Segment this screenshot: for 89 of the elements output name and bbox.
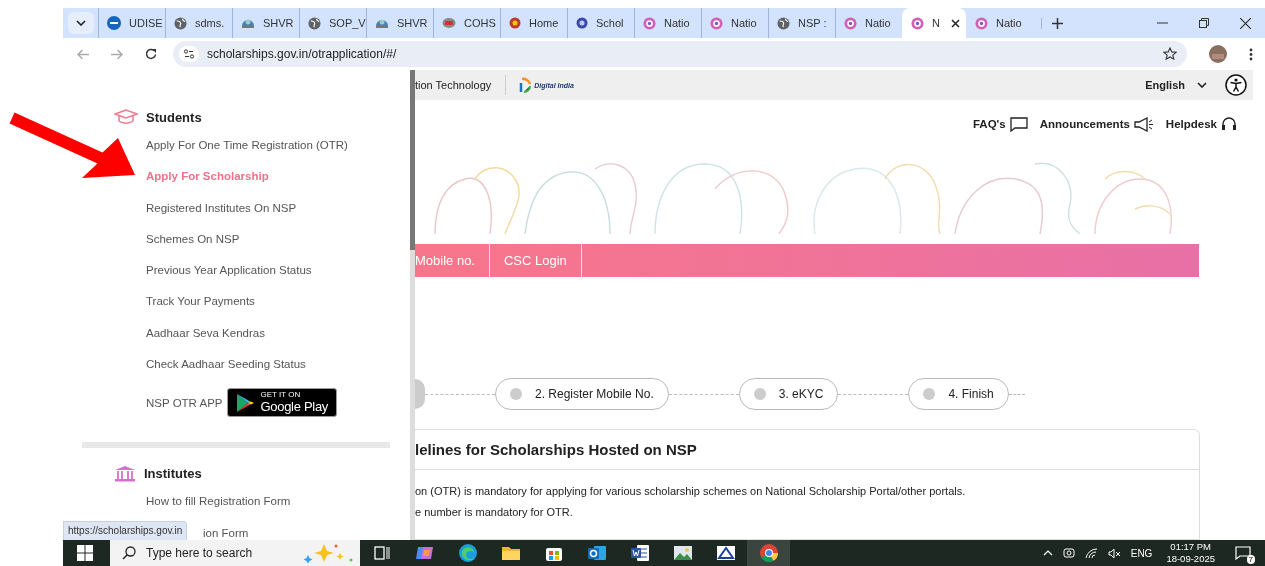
sparkle-icon xyxy=(302,543,355,563)
menu-icon[interactable] xyxy=(1249,47,1253,61)
menu-link[interactable]: Previous Year Application Status xyxy=(146,263,312,295)
close-icon[interactable] xyxy=(951,18,960,28)
step-pill: 3. eKYC xyxy=(738,378,839,410)
taskbar-search-field[interactable]: Type here to search xyxy=(110,540,360,566)
tab-title: Natio xyxy=(664,17,690,29)
step-pill: 2. Register Mobile No. xyxy=(495,378,669,410)
globe-icon xyxy=(777,16,790,30)
section-title: Students xyxy=(146,109,202,125)
tab-title: sdms. xyxy=(195,17,225,29)
header-link[interactable]: Announcements xyxy=(1039,115,1154,133)
card-title: lelines for Scholarships Hosted on NSP xyxy=(415,430,1199,470)
emblem-icon xyxy=(375,17,389,29)
tab-title: Natio xyxy=(731,17,757,29)
scrollbar[interactable] xyxy=(410,70,415,540)
step-dot-icon xyxy=(753,388,766,400)
start-icon[interactable] xyxy=(77,545,93,561)
tab-title: Home xyxy=(529,17,559,29)
close-icon[interactable] xyxy=(1240,17,1251,29)
building-columns-icon xyxy=(114,464,136,482)
bookmark-star-icon[interactable] xyxy=(1163,47,1177,61)
address-bar[interactable]: scholarships.gov.in/otrapplication/#/ xyxy=(173,41,1187,67)
step-pill: 4. Finish xyxy=(908,378,1009,410)
site-logo-icon xyxy=(844,16,857,30)
tab-title: Schol xyxy=(596,17,624,29)
header-link[interactable]: Helpdesk xyxy=(1165,115,1237,133)
clock[interactable]: 01:17 PM 18-09-2025 xyxy=(1166,541,1215,565)
guideline-text: on (OTR) is mandatory for applying for various scholarship schemes on National Scholarship Portal/other portals. xyxy=(415,485,967,497)
step-dot-icon xyxy=(510,388,522,400)
step-dot-icon xyxy=(923,388,936,400)
tab-title: COHS xyxy=(464,17,496,29)
site-logo-icon xyxy=(576,17,588,29)
section-title: Institutes xyxy=(144,465,202,481)
guideline-text: e number is mandatory for OTR. xyxy=(415,506,574,518)
restore-icon[interactable] xyxy=(1199,18,1209,28)
headset-icon xyxy=(1221,116,1237,132)
menu-link[interactable]: Check Aadhaar Seeding Status xyxy=(146,357,306,389)
chevron-down-icon xyxy=(76,20,86,26)
menu-link[interactable]: Schemes On NSP xyxy=(146,231,240,264)
site-logo-icon xyxy=(710,16,723,30)
chevron-up-icon[interactable] xyxy=(1042,550,1053,556)
step-marker xyxy=(415,379,425,409)
site-logo-icon xyxy=(911,16,924,30)
new-tab-icon[interactable] xyxy=(1041,17,1063,29)
app-label: NSP OTR APP xyxy=(146,396,223,409)
status-url-tooltip: https://scholarships.gov.in xyxy=(63,521,188,540)
menu-link[interactable]: Aadhaar Seva Kendras xyxy=(146,325,265,358)
speaker-muted-icon[interactable] xyxy=(1107,547,1121,559)
tab-title: SHVR xyxy=(397,17,428,29)
menu-link[interactable]: Apply For One Time Registration (OTR) xyxy=(146,138,348,170)
language-indicator[interactable]: ENG xyxy=(1130,547,1153,559)
globe-icon xyxy=(174,16,187,30)
wifi-icon[interactable] xyxy=(1084,547,1098,559)
tab-title: N xyxy=(932,17,940,29)
emblem-icon xyxy=(241,17,255,29)
site-logo-icon xyxy=(442,17,456,29)
tab-title: Natio xyxy=(996,17,1022,29)
language-dropdown[interactable]: English xyxy=(1145,79,1207,91)
tab-title: SHVR xyxy=(263,17,294,29)
site-logo-icon xyxy=(509,16,521,30)
site-logo-icon xyxy=(107,16,121,30)
search-icon xyxy=(122,546,136,560)
megaphone-icon xyxy=(1133,116,1154,132)
accessibility-icon[interactable] xyxy=(1225,74,1247,96)
chevron-down-icon xyxy=(1197,82,1207,88)
browser-tab[interactable]: Natio xyxy=(966,8,1033,38)
department-name: tion Technology xyxy=(415,79,492,91)
google-play-badge[interactable]: GET IT ON Google Play xyxy=(227,388,337,418)
browser-icon[interactable] xyxy=(747,540,790,566)
menu-link[interactable]: ion Form xyxy=(203,525,249,540)
header-link[interactable]: FAQ's xyxy=(973,115,1028,133)
globe-icon xyxy=(308,16,321,30)
graduation-cap-icon xyxy=(114,109,138,125)
tab-title: UDISE xyxy=(129,17,163,29)
menu-link[interactable]: Registered Institutes On NSP xyxy=(146,200,297,232)
browser-tab[interactable]: N xyxy=(902,8,966,38)
tab-title: Natio xyxy=(865,17,891,29)
chat-icon xyxy=(1009,116,1028,132)
site-settings-icon[interactable] xyxy=(179,46,199,62)
tab-title: NSP : xyxy=(798,17,827,29)
site-logo-icon xyxy=(643,16,656,30)
camera-icon[interactable] xyxy=(1062,547,1075,559)
tab-search-button[interactable] xyxy=(68,12,94,34)
tab-title: SOP_V xyxy=(329,17,366,29)
site-logo-icon xyxy=(975,16,988,30)
avatar-icon[interactable] xyxy=(1209,45,1227,63)
reload-icon[interactable] xyxy=(145,48,157,60)
menu-link[interactable]: Track Your Payments xyxy=(146,294,255,326)
